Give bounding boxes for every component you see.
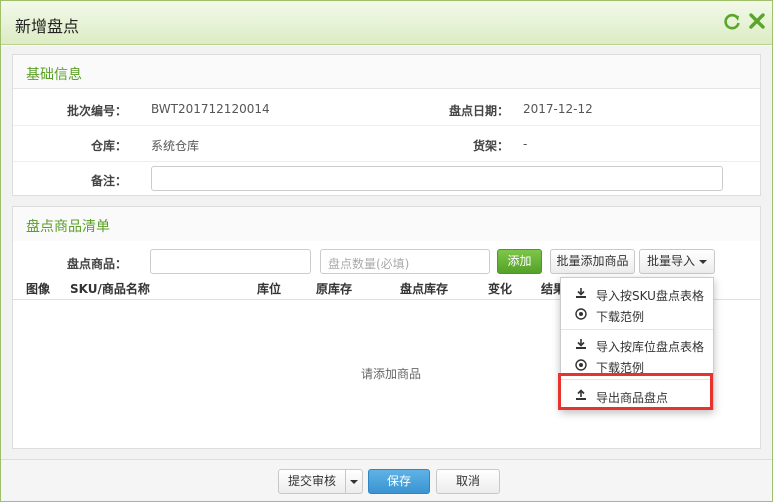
row-warehouse-shelf: 仓库： 系统仓库 货架： -: [13, 126, 760, 162]
close-icon[interactable]: [747, 13, 767, 33]
col-image: 图像: [26, 282, 51, 296]
refresh-icon[interactable]: [722, 13, 742, 33]
menu-item-download-sample[interactable]: 下载范例: [561, 304, 713, 326]
new-inventory-dialog: 新增盘点 基础信息 批次编号： BWT201712120014 盘点日期： 20…: [0, 0, 773, 502]
dialog-footer: 提交审核 保存 取消: [1, 459, 772, 501]
inventory-date-label: 盘点日期：: [448, 104, 509, 118]
basic-info-panel: 基础信息 批次编号： BWT201712120014 盘点日期： 2017-12…: [12, 54, 761, 196]
goods-list-heading: 盘点商品清单: [26, 219, 110, 235]
save-button[interactable]: 保存: [368, 469, 430, 494]
chevron-down-icon: [350, 479, 358, 484]
submit-review-dropdown[interactable]: [345, 469, 363, 494]
goods-list-header: 盘点商品清单: [13, 207, 760, 241]
download-circle-icon: [575, 308, 587, 320]
submit-review-button[interactable]: 提交审核: [278, 469, 346, 494]
batch-import-label: 批量导入: [646, 254, 695, 268]
menu-item-label: 下载范例: [596, 310, 645, 324]
menu-item-label: 导入按SKU盘点表格: [596, 289, 704, 303]
col-original-stock: 原库存: [316, 282, 353, 296]
shelf-label: 货架：: [472, 139, 509, 153]
basic-info-heading: 基础信息: [26, 67, 82, 83]
col-sku-name: SKU/商品名称: [70, 282, 150, 296]
remark-input[interactable]: [151, 166, 723, 191]
batch-number-value: BWT201712120014: [151, 102, 270, 116]
menu-item-label: 导入按库位盘点表格: [596, 340, 705, 354]
warehouse-label: 仓库：: [90, 139, 127, 153]
highlight-box: [558, 373, 713, 410]
product-input[interactable]: [150, 249, 311, 274]
empty-table-message: 请添加商品: [361, 367, 422, 381]
warehouse-value: 系统仓库: [151, 139, 200, 153]
row-remark: 备注：: [13, 162, 760, 196]
col-counted-stock: 盘点库存: [400, 282, 449, 296]
basic-info-header: 基础信息: [13, 55, 760, 89]
remark-label: 备注：: [90, 174, 127, 188]
col-location: 库位: [257, 282, 282, 296]
add-button[interactable]: 添加: [497, 249, 542, 274]
dialog-title: 新增盘点: [15, 17, 80, 36]
dialog-titlebar: 新增盘点: [1, 1, 772, 45]
download-icon: [575, 338, 587, 350]
cancel-button[interactable]: 取消: [436, 469, 500, 494]
batch-add-button[interactable]: 批量添加商品: [550, 249, 635, 274]
product-label: 盘点商品：: [66, 257, 127, 271]
download-icon: [575, 287, 587, 299]
menu-divider: [561, 329, 713, 330]
shelf-value: -: [523, 137, 528, 151]
batch-import-button[interactable]: 批量导入: [639, 249, 715, 274]
quantity-input[interactable]: 盘点数量(必填): [320, 249, 490, 274]
batch-number-label: 批次编号：: [66, 104, 127, 118]
chevron-down-icon: [699, 259, 707, 264]
menu-item-import-by-sku[interactable]: 导入按SKU盘点表格: [561, 283, 713, 305]
quantity-placeholder: 盘点数量(必填): [328, 257, 410, 271]
col-change: 变化: [488, 282, 513, 296]
inventory-date-value: 2017-12-12: [523, 102, 593, 116]
download-circle-icon: [575, 359, 587, 371]
row-batch-date: 批次编号： BWT201712120014 盘点日期： 2017-12-12: [13, 90, 760, 126]
menu-item-import-by-location[interactable]: 导入按库位盘点表格: [561, 334, 713, 356]
